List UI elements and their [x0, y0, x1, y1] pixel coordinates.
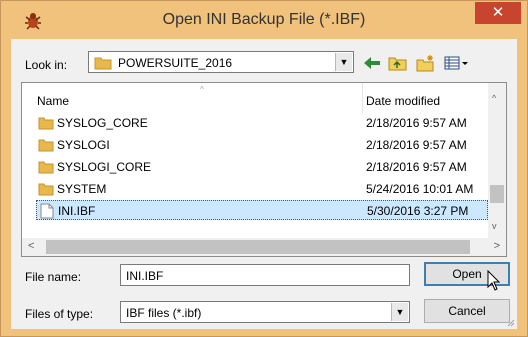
column-header-name[interactable]: Name: [37, 94, 69, 108]
file-name: SYSTEM: [57, 182, 107, 196]
mouse-cursor-icon: [487, 270, 501, 291]
list-header: Name ^ Date modified: [22, 83, 488, 113]
file-date: 5/30/2016 3:27 PM: [367, 204, 469, 218]
title-bar[interactable]: Open INI Backup File (*.IBF) ✕: [1, 1, 527, 39]
dialog-window: Open INI Backup File (*.IBF) ✕ Look in: …: [0, 0, 528, 337]
resize-grip-icon[interactable]: [505, 317, 515, 327]
file-list[interactable]: Name ^ Date modified SYSLOG_CORE 2/18/20…: [21, 82, 507, 257]
chevron-down-icon[interactable]: ▼: [391, 303, 408, 321]
look-in-combo[interactable]: POWERSUITE_2016 ▼: [88, 51, 354, 73]
cancel-button[interactable]: Cancel: [424, 299, 510, 323]
window-title: Open INI Backup File (*.IBF): [162, 11, 366, 28]
look-in-label: Look in:: [25, 58, 68, 72]
document-icon: [40, 203, 54, 219]
folder-icon: [94, 57, 112, 70]
horizontal-scroll-thumb[interactable]: [46, 240, 470, 254]
list-item-selected[interactable]: INI.IBF 5/30/2016 3:27 PM: [36, 200, 488, 220]
folder-icon: [38, 139, 54, 152]
file-name: INI.IBF: [58, 204, 96, 218]
file-name: SYSLOGI: [57, 138, 110, 152]
file-date: 2/18/2016 9:57 AM: [366, 138, 467, 152]
chevron-down-icon[interactable]: ▼: [335, 53, 352, 71]
horizontal-scrollbar[interactable]: < >: [22, 238, 506, 256]
file-name: SYSLOG_CORE: [57, 116, 148, 130]
look-in-value: POWERSUITE_2016: [118, 56, 233, 70]
file-name-label: File name:: [25, 270, 82, 284]
file-date: 2/18/2016 9:57 AM: [366, 160, 467, 174]
file-date: 2/18/2016 9:57 AM: [366, 116, 467, 130]
folder-icon: [38, 117, 54, 130]
file-date: 5/24/2016 10:01 AM: [366, 182, 474, 196]
file-name: SYSLOGI_CORE: [57, 160, 152, 174]
list-item[interactable]: SYSLOGI 2/18/2016 9:57 AM: [38, 135, 490, 155]
close-button[interactable]: ✕: [475, 2, 521, 24]
file-type-select[interactable]: IBF files (*.ibf) ▼: [120, 301, 410, 323]
vertical-scrollbar[interactable]: ^ v: [488, 83, 506, 238]
file-type-value: IBF files (*.ibf): [126, 306, 202, 320]
list-item[interactable]: SYSLOGI_CORE 2/18/2016 9:57 AM: [38, 157, 490, 177]
column-header-date-modified[interactable]: Date modified: [366, 94, 440, 108]
back-arrow-icon[interactable]: [361, 54, 383, 72]
scroll-up-icon[interactable]: ^: [492, 93, 496, 103]
sort-ascending-icon: ^: [200, 85, 204, 94]
folder-icon: [38, 183, 54, 196]
new-folder-icon[interactable]: [415, 54, 437, 72]
scroll-down-icon[interactable]: v: [492, 221, 497, 231]
folder-icon: [38, 161, 54, 174]
up-folder-icon[interactable]: [387, 54, 409, 72]
vertical-scroll-thumb[interactable]: [490, 185, 504, 203]
list-item[interactable]: SYSLOG_CORE 2/18/2016 9:57 AM: [38, 113, 490, 133]
file-type-label: Files of type:: [25, 307, 94, 321]
scroll-right-icon[interactable]: >: [494, 240, 500, 252]
scroll-left-icon[interactable]: <: [28, 240, 34, 252]
dialog-client-area: Look in: POWERSUITE_2016 ▼ Name ^ Date m…: [11, 39, 517, 329]
list-item[interactable]: SYSTEM 5/24/2016 10:01 AM: [38, 179, 490, 199]
file-name-input[interactable]: INI.IBF: [120, 264, 410, 286]
view-menu-icon[interactable]: [443, 54, 471, 72]
column-divider[interactable]: [362, 83, 363, 113]
